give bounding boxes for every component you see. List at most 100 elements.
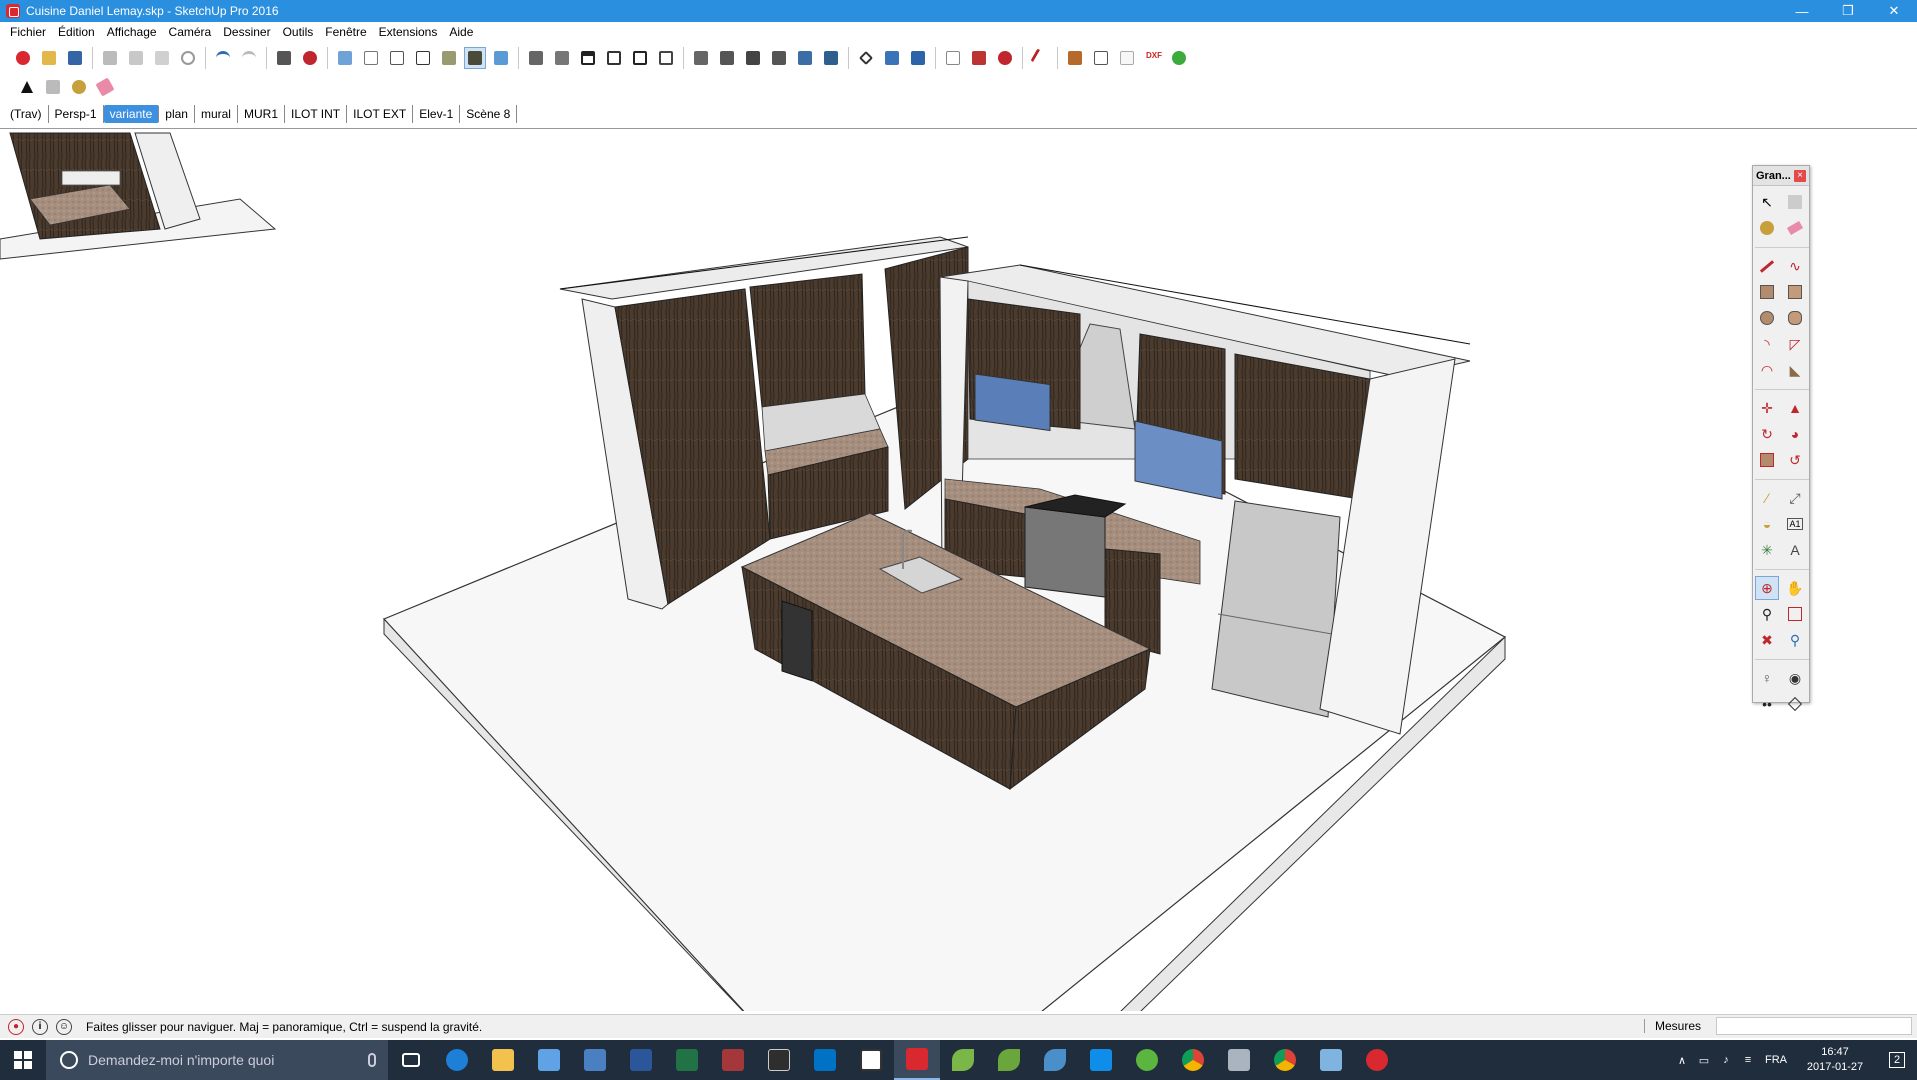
pan-tool[interactable]: ✋ [1783, 576, 1807, 600]
previous-view-tool[interactable]: ⚲ [1783, 628, 1807, 652]
paste-button[interactable] [151, 47, 173, 69]
tape-measure-tool[interactable]: ∕ [1755, 486, 1779, 510]
close-button[interactable]: ✕ [1871, 0, 1917, 22]
make-component-button[interactable] [42, 76, 64, 98]
print-button[interactable] [273, 47, 295, 69]
walk-tool[interactable]: •• [1755, 692, 1779, 716]
follow-me-tool[interactable]: ◕ [1783, 422, 1807, 446]
menu-outils[interactable]: Outils [277, 25, 320, 39]
tab-variante[interactable]: variante [103, 105, 160, 123]
3d-text-tool[interactable]: A [1783, 538, 1807, 562]
document-button[interactable] [1116, 47, 1138, 69]
large-toolset-header[interactable]: Gran... × [1753, 166, 1809, 186]
tab-scene-8[interactable]: Scène 8 [460, 105, 518, 123]
freehand-tool[interactable]: ∿ [1783, 254, 1807, 278]
teamviewer-button[interactable] [1078, 1040, 1124, 1080]
zoom-tool[interactable]: ⚲ [1755, 602, 1779, 626]
rotated-rectangle-tool[interactable] [1783, 280, 1807, 304]
task-view-button[interactable] [388, 1040, 434, 1080]
access-button[interactable] [710, 1040, 756, 1080]
model-info-button[interactable] [299, 47, 321, 69]
cut-button[interactable] [99, 47, 121, 69]
store-button[interactable] [526, 1040, 572, 1080]
section-plane-tool[interactable] [1783, 692, 1807, 716]
menu-fenetre[interactable]: Fenêtre [319, 25, 372, 39]
top-view-button[interactable] [551, 47, 573, 69]
paint-bucket-button[interactable] [68, 76, 90, 98]
menu-dessiner[interactable]: Dessiner [217, 25, 276, 39]
material-button[interactable] [1064, 47, 1086, 69]
zoom-window-tool[interactable] [1783, 602, 1807, 626]
line-tool[interactable] [1755, 254, 1779, 278]
calculator-button[interactable] [848, 1040, 894, 1080]
geo-location-icon[interactable]: ● [8, 1018, 24, 1035]
file-explorer-button[interactable] [480, 1040, 526, 1080]
dimension-tool[interactable]: ⤢ [1783, 486, 1807, 510]
sage-button[interactable] [756, 1040, 802, 1080]
wifi-icon[interactable]: ≡ [1737, 1054, 1759, 1066]
edge-button[interactable] [434, 1040, 480, 1080]
printer-app-button[interactable] [1216, 1040, 1262, 1080]
menu-aide[interactable]: Aide [443, 25, 479, 39]
tab-mur1[interactable]: MUR1 [238, 105, 285, 123]
section-plane-button[interactable] [855, 47, 877, 69]
select-tool[interactable]: ↖ [1755, 190, 1779, 214]
scale-tool[interactable] [1755, 448, 1779, 472]
measures-input[interactable] [1716, 1017, 1912, 1035]
tab-mural[interactable]: mural [195, 105, 238, 123]
menu-affichage[interactable]: Affichage [101, 25, 163, 39]
polygon-tool[interactable] [1783, 306, 1807, 330]
dxf-export-button[interactable]: DXF [1142, 47, 1164, 69]
tab-trav[interactable]: (Trav) [4, 105, 49, 123]
excel-button[interactable] [664, 1040, 710, 1080]
tab-ilot-int[interactable]: ILOT INT [285, 105, 348, 123]
red-app-button[interactable] [1354, 1040, 1400, 1080]
minimize-button[interactable]: — [1779, 0, 1825, 22]
split-button[interactable] [820, 47, 842, 69]
sketchup-taskbar-button[interactable] [894, 1040, 940, 1080]
circle-tool[interactable] [1755, 306, 1779, 330]
zoom-extents-tool[interactable]: ✖ [1755, 628, 1779, 652]
xray-button[interactable] [334, 47, 356, 69]
eraser-tool[interactable] [1783, 216, 1807, 240]
app-leaf-2-button[interactable] [986, 1040, 1032, 1080]
pie-tool[interactable]: ◸ [1783, 332, 1807, 356]
maximize-button[interactable]: ❐ [1825, 0, 1871, 22]
open-button[interactable] [38, 47, 60, 69]
app-leaf-1-button[interactable] [940, 1040, 986, 1080]
menu-extensions[interactable]: Extensions [373, 25, 444, 39]
extension-warehouse-button[interactable] [907, 47, 929, 69]
app-leaf-3-button[interactable] [1032, 1040, 1078, 1080]
clock[interactable]: 16:47 2017-01-27 [1793, 1045, 1877, 1075]
tab-persp-1[interactable]: Persp-1 [49, 105, 104, 123]
window-app-button[interactable] [1308, 1040, 1354, 1080]
notification-center-button[interactable]: 2 [1877, 1040, 1917, 1080]
tab-plan[interactable]: plan [159, 105, 195, 123]
text-tool[interactable]: A1 [1783, 512, 1807, 536]
iso-view-button[interactable] [525, 47, 547, 69]
new-file-button[interactable] [12, 47, 34, 69]
tab-ilot-ext[interactable]: ILOT EXT [347, 105, 414, 123]
plugin-pen-button[interactable] [1029, 47, 1051, 69]
language-indicator[interactable]: FRA [1759, 1054, 1793, 1066]
orbit-tool[interactable]: ⊕ [1755, 576, 1779, 600]
cortana-search-box[interactable]: Demandez-moi n'importe quoi [46, 1040, 388, 1080]
hidden-line-button[interactable] [412, 47, 434, 69]
volume-icon[interactable]: ♪ [1715, 1054, 1737, 1066]
rotate-tool[interactable]: ↻ [1755, 422, 1779, 446]
menu-fichier[interactable]: Fichier [4, 25, 52, 39]
back-edges-button[interactable] [360, 47, 382, 69]
info-icon[interactable]: i [32, 1018, 48, 1035]
offset-tool[interactable]: ↺ [1783, 448, 1807, 472]
outlook-button[interactable] [802, 1040, 848, 1080]
model-viewport[interactable]: Gran... × ↖ ∿ ◝ ◸ ◠ ◣ ✛ ▲ ↻ ◕ ↺ ∕ ⤢ ◒ A1… [0, 128, 1917, 1011]
chevron-up-icon[interactable]: ∧ [1671, 1054, 1693, 1067]
tab-elev-1[interactable]: Elev-1 [413, 105, 461, 123]
three-point-arc-tool[interactable]: ◣ [1783, 358, 1807, 382]
start-button[interactable] [0, 1040, 46, 1080]
eraser-button[interactable] [94, 76, 116, 98]
close-icon[interactable]: × [1794, 169, 1806, 182]
union-button[interactable] [742, 47, 764, 69]
protractor-tool[interactable]: ◒ [1755, 512, 1779, 536]
chrome-2-button[interactable] [1262, 1040, 1308, 1080]
